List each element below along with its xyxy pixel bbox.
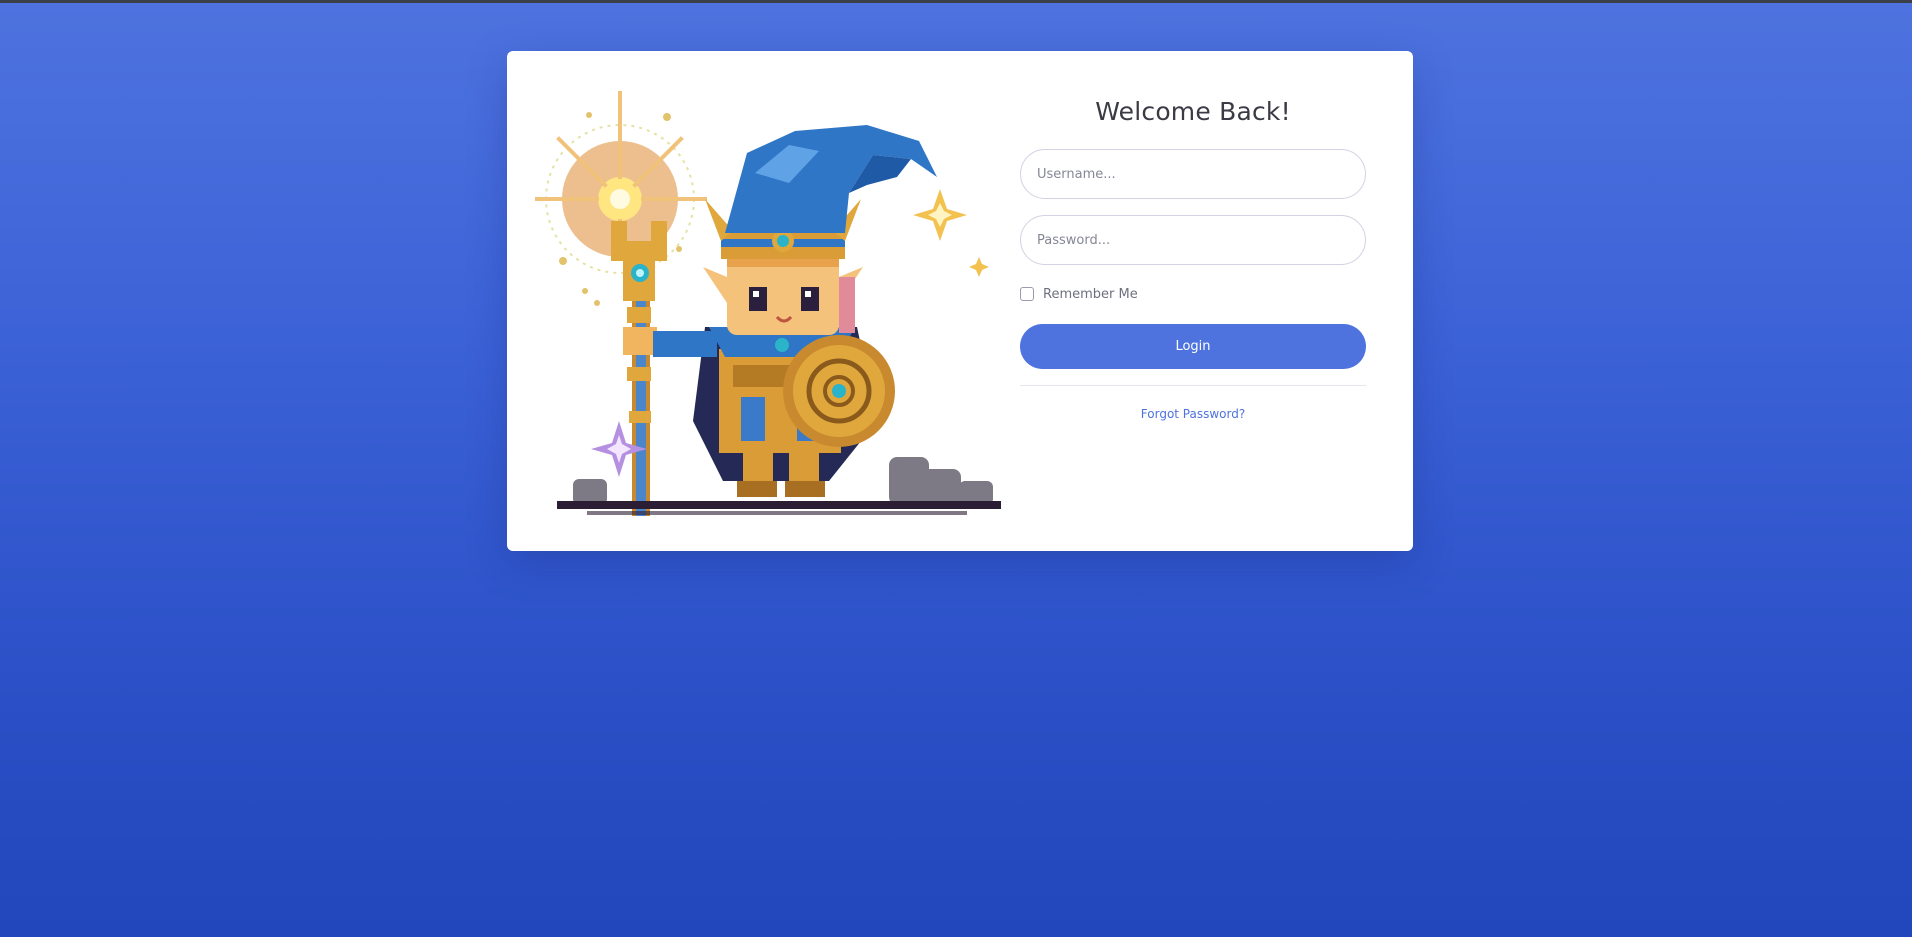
password-input[interactable] <box>1020 215 1366 265</box>
remember-me-checkbox[interactable] <box>1020 287 1034 301</box>
window-top-strip <box>0 0 1912 3</box>
login-form: Welcome Back! Remember Me Login Forgot P… <box>1020 51 1366 421</box>
divider <box>1020 385 1366 386</box>
login-card: Welcome Back! Remember Me Login Forgot P… <box>507 51 1413 551</box>
login-button[interactable]: Login <box>1020 324 1366 369</box>
page-title: Welcome Back! <box>1095 97 1291 126</box>
wizard-illustration <box>535 91 1001 516</box>
username-input[interactable] <box>1020 149 1366 199</box>
remember-me-label[interactable]: Remember Me <box>1043 287 1138 302</box>
remember-me-row[interactable]: Remember Me <box>1020 285 1366 303</box>
forgot-password-link[interactable]: Forgot Password? <box>1020 407 1366 421</box>
